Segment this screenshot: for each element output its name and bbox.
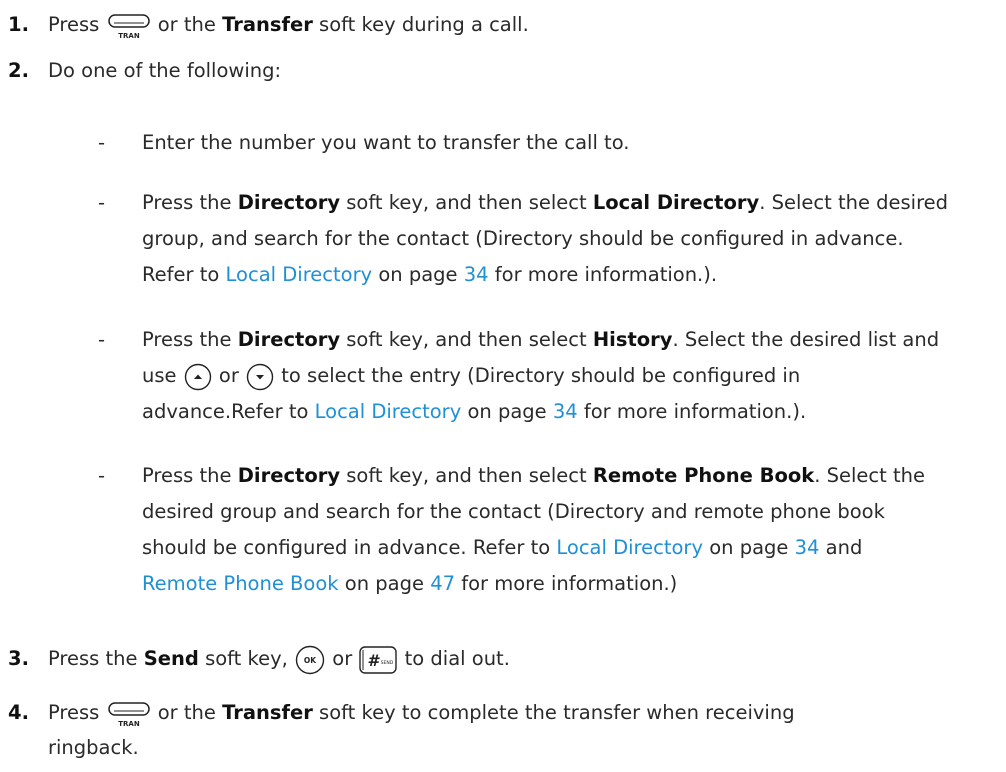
page-34-link[interactable]: 34 (553, 400, 578, 423)
step-text: Do one of the following: (48, 59, 282, 82)
local-directory-label: Local Directory (592, 191, 760, 214)
down-arrow-key-icon (245, 362, 275, 392)
step-number: 1. (8, 13, 29, 36)
step-number: 3. (8, 647, 29, 670)
step-text: Press (48, 13, 100, 36)
document-page: 1. Press TRAN or the Transfer soft key d… (0, 0, 1006, 772)
tran-key-icon: TRAN (106, 699, 152, 729)
remote-phone-book-link[interactable]: Remote Phone Book (142, 572, 339, 595)
step-text: or the (157, 13, 216, 36)
remote-phone-book-label: Remote Phone Book (592, 464, 815, 487)
local-directory-link[interactable]: Local Directory (226, 263, 373, 286)
svg-text:#: # (368, 651, 381, 670)
dash-bullet: - (98, 191, 106, 214)
page-47-link[interactable]: 47 (430, 572, 455, 595)
svg-text:SEND: SEND (381, 660, 394, 666)
local-directory-link[interactable]: Local Directory (556, 536, 703, 559)
transfer-key-label: Transfer (222, 13, 313, 36)
history-label: History (592, 328, 673, 351)
step-text: soft key during a call. (319, 13, 529, 36)
page-34-link[interactable]: 34 (464, 263, 489, 286)
transfer-key-label: Transfer (222, 701, 313, 724)
local-directory-link[interactable]: Local Directory (315, 400, 462, 423)
step-number: 2. (8, 59, 29, 82)
hash-send-key-icon: # SEND (358, 645, 398, 675)
dash-bullet: - (98, 464, 106, 487)
svg-text:TRAN: TRAN (118, 720, 140, 728)
directory-key-label: Directory (237, 464, 341, 487)
dash-bullet: - (98, 131, 106, 154)
dash-bullet: - (98, 328, 106, 351)
send-key-label: Send (143, 647, 199, 670)
directory-key-label: Directory (237, 328, 341, 351)
svg-text:TRAN: TRAN (118, 32, 140, 40)
page-34-link[interactable]: 34 (795, 536, 820, 559)
tran-key-icon: TRAN (106, 11, 152, 41)
directory-key-label: Directory (237, 191, 341, 214)
up-arrow-key-icon (183, 362, 213, 392)
option-text: Enter the number you want to transfer th… (142, 131, 630, 154)
step-4-continuation: ringback. (48, 736, 139, 759)
svg-text:OK: OK (304, 656, 317, 665)
step-number: 4. (8, 701, 29, 724)
ok-key-icon: OK (294, 644, 326, 676)
